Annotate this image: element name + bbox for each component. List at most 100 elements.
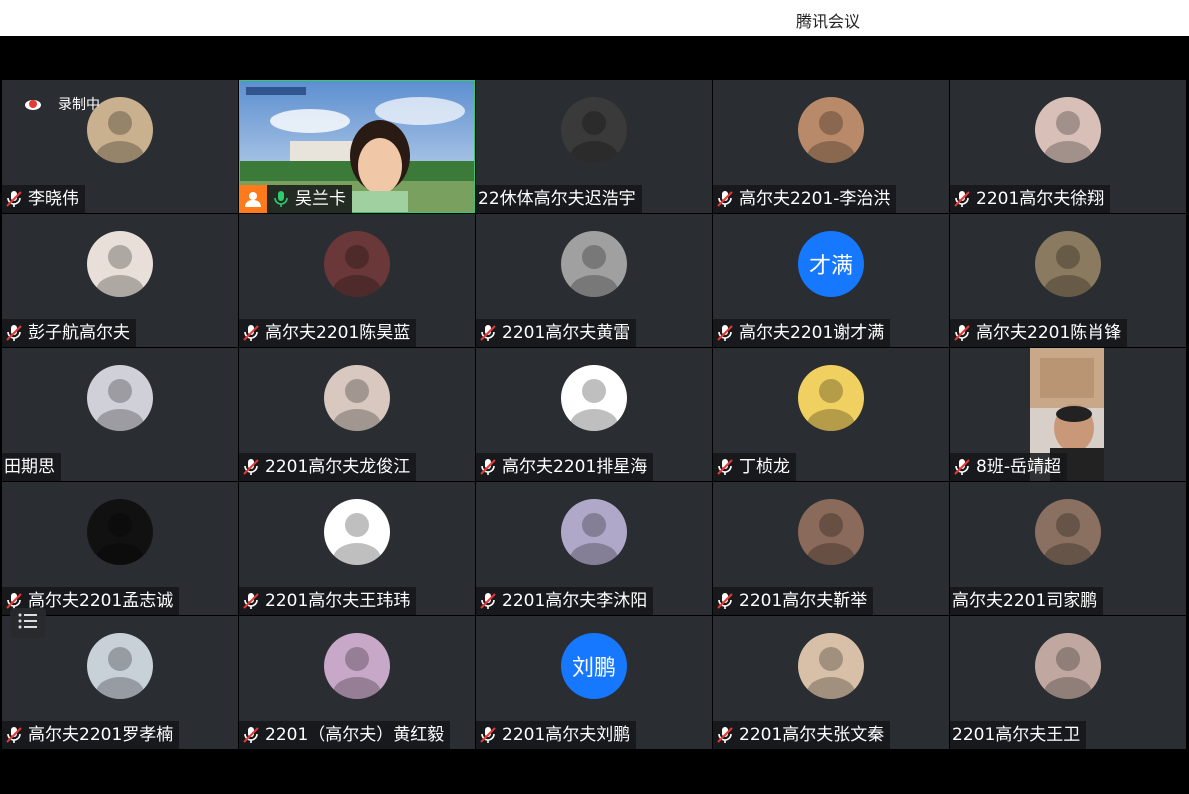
participant-name: 高尔夫2201陈昊蓝 (265, 323, 411, 343)
mic-muted-icon (715, 457, 739, 477)
participant-name-label: 高尔夫2201陈肖锋 (950, 319, 1128, 347)
participant-name-label: 2201高尔夫刘鹏 (476, 721, 637, 749)
avatar (87, 633, 153, 699)
avatar (324, 499, 390, 565)
participant-name-label: 2201高尔夫龙俊江 (239, 453, 417, 481)
avatar (87, 231, 153, 297)
participant-name: 2201高尔夫靳举 (739, 591, 868, 611)
participant-tile[interactable]: 2201高尔夫张文秦 (713, 616, 949, 749)
participant-tile[interactable]: 2201高尔夫王玮玮 (239, 482, 475, 615)
participant-name-label: 高尔夫2201排星海 (476, 453, 654, 481)
avatar (87, 365, 153, 431)
mic-muted-icon (4, 323, 28, 343)
list-icon (18, 613, 38, 634)
participant-tile[interactable]: 才满高尔夫2201谢才满 (713, 214, 949, 347)
mic-icon (271, 189, 295, 209)
participant-name-label: 22休体高尔夫迟浩宇 (476, 185, 642, 213)
participant-name-label: 2201高尔夫徐翔 (950, 185, 1111, 213)
participant-name: 2201高尔夫刘鹏 (502, 725, 631, 745)
participant-tile[interactable]: 高尔夫2201孟志诚 (2, 482, 238, 615)
participant-tile[interactable]: 2201高尔夫李沐阳 (476, 482, 712, 615)
mic-muted-icon (952, 189, 976, 209)
participant-tile[interactable]: 高尔夫2201陈昊蓝 (239, 214, 475, 347)
participant-tile[interactable]: 高尔夫2201排星海 (476, 348, 712, 481)
participant-grid: 李晓伟 吴兰卡 22休体高尔夫迟浩宇 高尔夫2201-李治洪 2201高尔夫徐翔彭子航高… (2, 80, 1187, 750)
participant-name-label: 高尔夫2201司家鹏 (950, 587, 1104, 615)
participant-name-label: 2201高尔夫李沐阳 (476, 587, 654, 615)
participant-tile[interactable]: 刘鹏 2201高尔夫刘鹏 (476, 616, 712, 749)
participant-name-label: 田期思 (2, 453, 61, 481)
participant-name: 8班-岳靖超 (976, 457, 1061, 477)
mic-muted-icon (4, 189, 28, 209)
participant-name: 2201高尔夫龙俊江 (265, 457, 411, 477)
participant-tile[interactable]: 8班-岳靖超 (950, 348, 1186, 481)
avatar (798, 365, 864, 431)
avatar (324, 633, 390, 699)
participant-name-label: 丁桢龙 (713, 453, 796, 481)
participant-tile[interactable]: 2201（高尔夫）黄红毅 (239, 616, 475, 749)
participant-name-label: 彭子航高尔夫 (2, 319, 136, 347)
recording-indicator[interactable]: 录制中 (24, 94, 100, 114)
participant-name: 高尔夫2201排星海 (502, 457, 648, 477)
participant-name-label: 高尔夫2201陈昊蓝 (239, 319, 417, 347)
participant-name-label: 2201（高尔夫）黄红毅 (239, 721, 451, 749)
mic-muted-icon (478, 457, 502, 477)
participant-name: 高尔夫2201谢才满 (739, 323, 885, 343)
participant-tile[interactable]: 田期思 (2, 348, 238, 481)
avatar (798, 499, 864, 565)
bottom-toolbar-area (2, 750, 1189, 794)
participant-name-label: 2201高尔夫王玮玮 (239, 587, 417, 615)
participant-name: 李晓伟 (28, 189, 79, 209)
participant-list-button[interactable] (10, 608, 46, 638)
mic-muted-icon (715, 725, 739, 745)
participant-tile[interactable]: 22休体高尔夫迟浩宇 (476, 80, 712, 213)
participant-tile[interactable]: 2201高尔夫龙俊江 (239, 348, 475, 481)
participant-tile[interactable]: 2201高尔夫王卫 (950, 616, 1186, 749)
participant-tile[interactable]: 2201高尔夫靳举 (713, 482, 949, 615)
cloud-record-icon (24, 95, 42, 113)
avatar (561, 97, 627, 163)
mic-muted-icon (478, 591, 502, 611)
participant-name-label: 2201高尔夫张文秦 (713, 721, 891, 749)
participant-tile[interactable]: 高尔夫2201-李治洪 (713, 80, 949, 213)
avatar (1035, 499, 1101, 565)
title-bar: 腾讯会议 (0, 0, 1189, 36)
mic-muted-icon (478, 323, 502, 343)
participant-tile[interactable]: 高尔夫2201陈肖锋 (950, 214, 1186, 347)
participant-name: 2201高尔夫张文秦 (739, 725, 885, 745)
mic-muted-icon (715, 591, 739, 611)
participant-name: 2201高尔夫李沐阳 (502, 591, 648, 611)
avatar: 刘鹏 (561, 633, 627, 699)
mic-muted-icon (241, 725, 265, 745)
participant-name: 高尔夫2201罗孝楠 (28, 725, 174, 745)
participant-tile[interactable]: 吴兰卡 (239, 80, 475, 213)
participant-name: 吴兰卡 (295, 189, 346, 209)
avatar (1035, 633, 1101, 699)
avatar (87, 499, 153, 565)
participant-name: 田期思 (4, 457, 55, 477)
participant-name-label: 2201高尔夫王卫 (950, 721, 1087, 749)
participant-tile[interactable]: 2201高尔夫黄雷 (476, 214, 712, 347)
participant-tile[interactable]: 彭子航高尔夫 (2, 214, 238, 347)
participant-tile[interactable]: 2201高尔夫徐翔 (950, 80, 1186, 213)
participant-name: 2201高尔夫王卫 (952, 725, 1081, 745)
participant-name: 2201（高尔夫）黄红毅 (265, 725, 445, 745)
mic-muted-icon (952, 457, 976, 477)
mic-muted-icon (952, 323, 976, 343)
participant-name: 2201高尔夫徐翔 (976, 189, 1105, 209)
participant-tile[interactable]: 丁桢龙 (713, 348, 949, 481)
participant-name: 丁桢龙 (739, 457, 790, 477)
person-icon (239, 185, 267, 213)
avatar: 才满 (798, 231, 864, 297)
participant-name-label: 高尔夫2201-李治洪 (713, 185, 897, 213)
participant-name: 高尔夫2201司家鹏 (952, 591, 1098, 611)
avatar (324, 365, 390, 431)
participant-name: 2201高尔夫黄雷 (502, 323, 631, 343)
mic-muted-icon (4, 725, 28, 745)
window-title: 腾讯会议 (796, 12, 861, 31)
participant-tile[interactable]: 高尔夫2201司家鹏 (950, 482, 1186, 615)
avatar (798, 97, 864, 163)
avatar (1035, 231, 1101, 297)
mic-muted-icon (241, 591, 265, 611)
participant-name: 高尔夫2201孟志诚 (28, 591, 174, 611)
